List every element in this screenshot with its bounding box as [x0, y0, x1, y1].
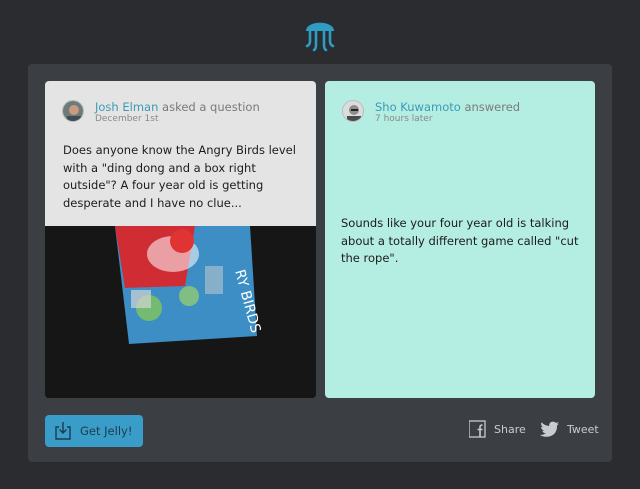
- post-panel: Josh Elman asked a question December 1st…: [28, 64, 612, 462]
- answer-author-link[interactable]: Sho Kuwamoto: [375, 100, 461, 114]
- question-byline: Josh Elman asked a question: [95, 100, 260, 114]
- get-jelly-button[interactable]: Get Jelly!: [45, 415, 143, 447]
- question-action-text: asked a question: [162, 100, 260, 114]
- question-author-link[interactable]: Josh Elman: [95, 100, 158, 114]
- question-header: Josh Elman asked a question December 1st…: [45, 81, 316, 226]
- question-card[interactable]: Josh Elman asked a question December 1st…: [45, 81, 316, 398]
- tweet-label: Tweet: [567, 423, 599, 436]
- answer-timestamp: 7 hours later: [375, 114, 433, 124]
- share-button[interactable]: Share: [469, 420, 529, 440]
- avatar[interactable]: [342, 100, 364, 122]
- question-photo[interactable]: RY BIRDS: [45, 226, 316, 398]
- facebook-icon: [469, 420, 486, 438]
- avatar[interactable]: [62, 100, 84, 122]
- answer-byline: Sho Kuwamoto answered: [375, 100, 520, 114]
- angry-birds-box-image: RY BIRDS: [45, 226, 316, 398]
- twitter-bird-icon: [540, 421, 559, 437]
- tweet-button[interactable]: Tweet: [540, 420, 600, 440]
- share-label: Share: [494, 423, 526, 436]
- question-text: Does anyone know the Angry Birds level w…: [63, 143, 296, 210]
- download-box-icon: [55, 422, 71, 440]
- answer-text: Sounds like your four year old is talkin…: [341, 216, 579, 265]
- answer-action-text: answered: [464, 100, 521, 114]
- question-timestamp: December 1st: [95, 114, 159, 124]
- get-jelly-label: Get Jelly!: [80, 424, 133, 438]
- jellyfish-logo-icon: [305, 22, 335, 52]
- answer-card[interactable]: Sho Kuwamoto answered 7 hours later Soun…: [325, 81, 595, 398]
